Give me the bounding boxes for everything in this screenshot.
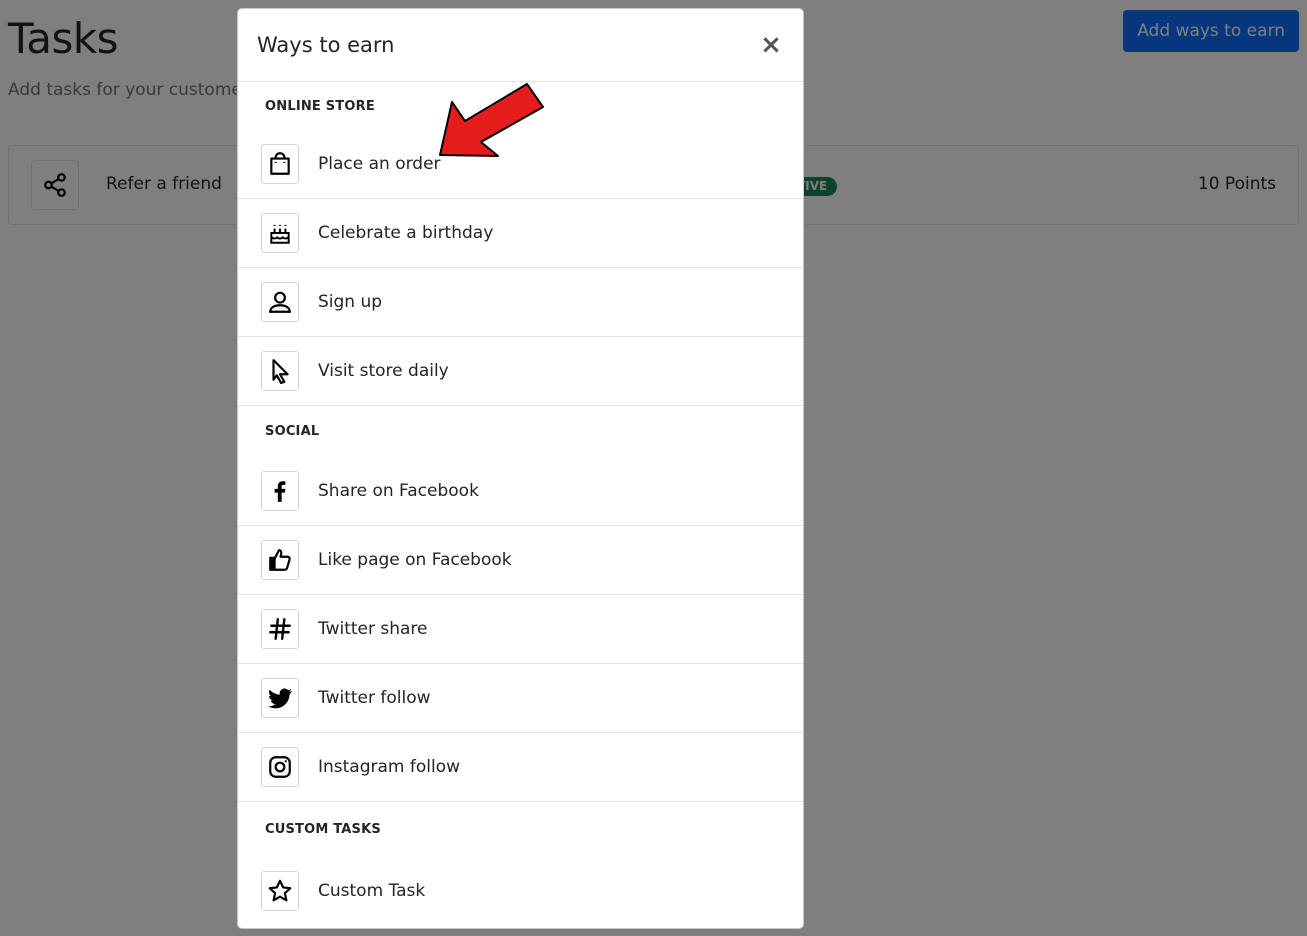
option-label: Share on Facebook — [318, 481, 479, 501]
birthday-cake-icon — [261, 213, 299, 253]
option-twitter-share[interactable]: Twitter share — [238, 595, 803, 664]
modal-header: Ways to earn × — [238, 9, 803, 82]
twitter-icon — [261, 678, 299, 718]
thumbs-up-icon — [261, 540, 299, 580]
user-icon — [261, 282, 299, 322]
option-instagram-follow[interactable]: Instagram follow — [238, 733, 803, 802]
section-heading-custom-tasks: CUSTOM TASKS — [265, 821, 381, 837]
option-label: Custom Task — [318, 880, 426, 901]
option-label: Instagram follow — [318, 757, 461, 777]
option-custom-task[interactable]: Custom Task — [238, 856, 803, 925]
shopping-bag-icon — [261, 144, 299, 184]
close-button[interactable]: × — [757, 31, 785, 59]
section-heading-social: SOCIAL — [265, 424, 320, 439]
option-label: Sign up — [318, 292, 383, 312]
option-label: Twitter share — [318, 619, 428, 639]
option-label: Visit store daily — [318, 361, 449, 381]
option-visit-store-daily[interactable]: Visit store daily — [238, 337, 803, 406]
instagram-icon — [261, 747, 299, 787]
option-label: Like page on Facebook — [318, 550, 512, 570]
facebook-icon — [261, 471, 299, 511]
option-celebrate-a-birthday[interactable]: Celebrate a birthday — [238, 199, 803, 268]
option-label: Twitter follow — [318, 688, 431, 708]
modal-title: Ways to earn — [257, 33, 395, 57]
option-label: Place an order — [318, 154, 441, 174]
annotation-arrow — [439, 83, 544, 157]
option-like-page-on-facebook[interactable]: Like page on Facebook — [238, 526, 803, 595]
pointer-icon — [261, 351, 299, 391]
star-icon — [261, 870, 299, 911]
option-sign-up[interactable]: Sign up — [238, 268, 803, 337]
option-label: Celebrate a birthday — [318, 223, 494, 243]
hashtag-icon — [261, 609, 299, 649]
option-share-on-facebook[interactable]: Share on Facebook — [238, 457, 803, 526]
option-twitter-follow[interactable]: Twitter follow — [238, 664, 803, 733]
